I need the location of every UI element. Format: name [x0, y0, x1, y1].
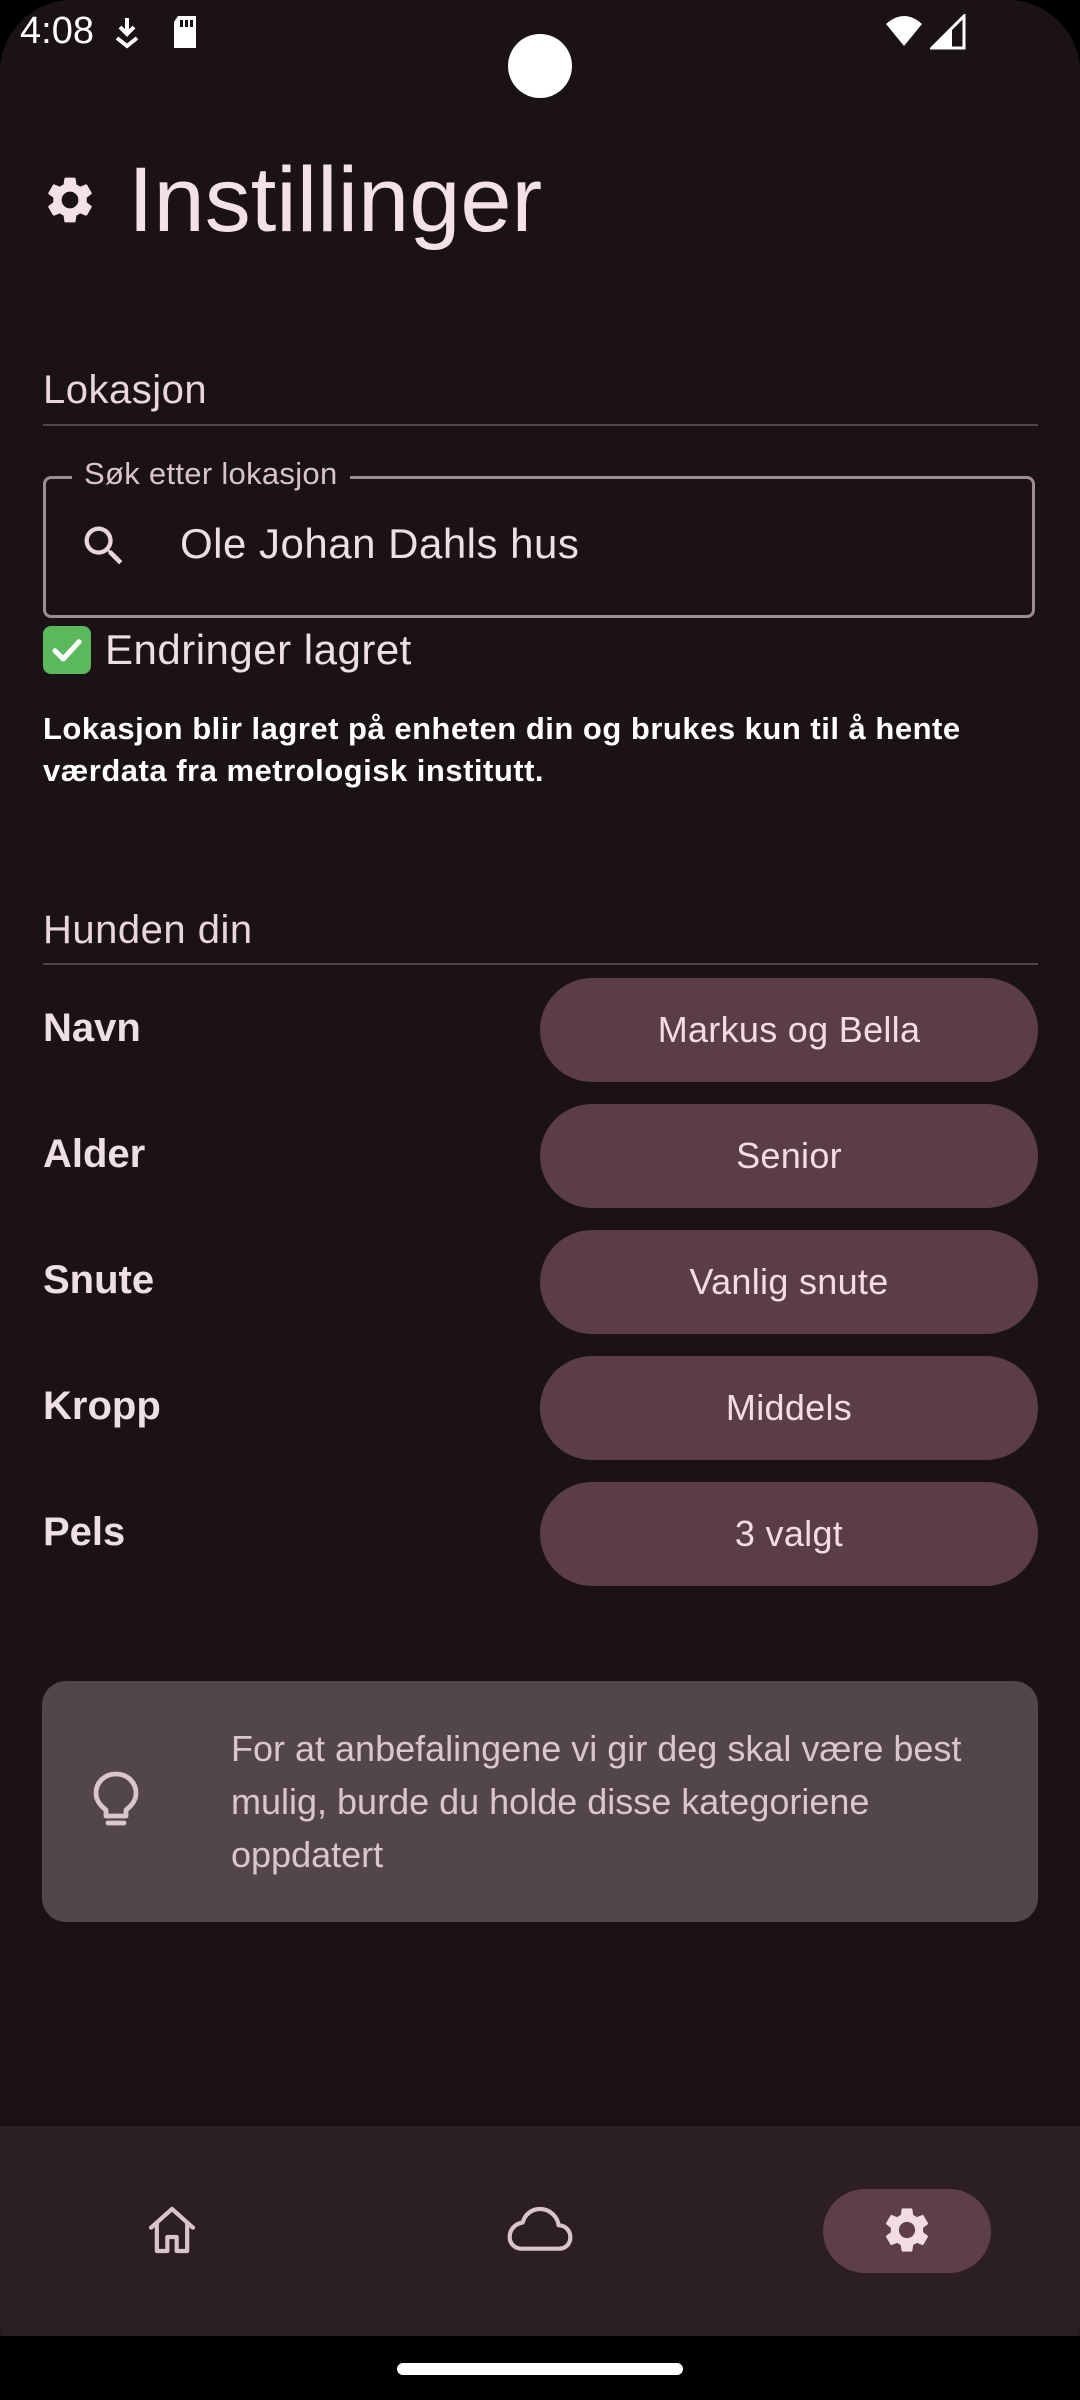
signal-icon: [930, 14, 966, 50]
gear-icon: [48, 177, 92, 223]
cloud-icon: [507, 2206, 573, 2251]
location-info-text: Lokasjon blir lagret på enheten din og b…: [43, 711, 961, 788]
search-input[interactable]: Ole Johan Dahls hus: [180, 520, 579, 568]
status-time: 4:08: [20, 10, 94, 52]
dog-age-label: Alder: [43, 1132, 146, 1176]
nav-home[interactable]: [130, 2188, 214, 2272]
search-label: Søk etter lokasjon: [72, 456, 350, 492]
saved-status: Endringer lagret: [43, 626, 412, 674]
dog-fur-label: Pels: [43, 1510, 126, 1554]
download-icon: [115, 18, 139, 49]
location-section-title: Lokasjon: [43, 368, 208, 412]
gear-icon: [885, 2208, 929, 2252]
nav-weather[interactable]: [498, 2188, 582, 2272]
dog-snout-button[interactable]: Vanlig snute: [540, 1230, 1038, 1334]
dog-section-title: Hunden din: [43, 908, 253, 952]
dog-body-button[interactable]: Middels: [540, 1356, 1038, 1460]
dog-divider: [43, 963, 1038, 965]
wifi-icon: [886, 16, 922, 46]
location-divider: [43, 424, 1038, 426]
dog-body-label: Kropp: [43, 1384, 161, 1428]
home-icon: [148, 2206, 196, 2254]
dog-fur-button[interactable]: 3 valgt: [540, 1482, 1038, 1586]
check-icon: [43, 626, 91, 674]
dog-snout-label: Snute: [43, 1258, 155, 1302]
search-icon: [84, 526, 123, 565]
page-header: Instillinger: [42, 140, 542, 260]
dog-name-button[interactable]: Markus og Bella: [540, 978, 1038, 1082]
home-indicator[interactable]: [397, 2363, 683, 2375]
settings-screen: 4:08 Instillinger Lokasjon Søk etter lok…: [0, 0, 1080, 2400]
page-title: Instillinger: [128, 148, 543, 251]
lightbulb-icon: [93, 1771, 139, 1826]
tip-text: For at anbefalingene vi gir deg skal vær…: [231, 1728, 962, 1875]
saved-status-text: Endringer lagret: [105, 626, 412, 673]
dog-name-label: Navn: [43, 1006, 141, 1050]
nav-settings-icon-wrap[interactable]: [865, 2188, 949, 2272]
dog-age-button[interactable]: Senior: [540, 1104, 1038, 1208]
camera-cutout: [508, 34, 572, 98]
sd-card-icon: [174, 16, 196, 48]
